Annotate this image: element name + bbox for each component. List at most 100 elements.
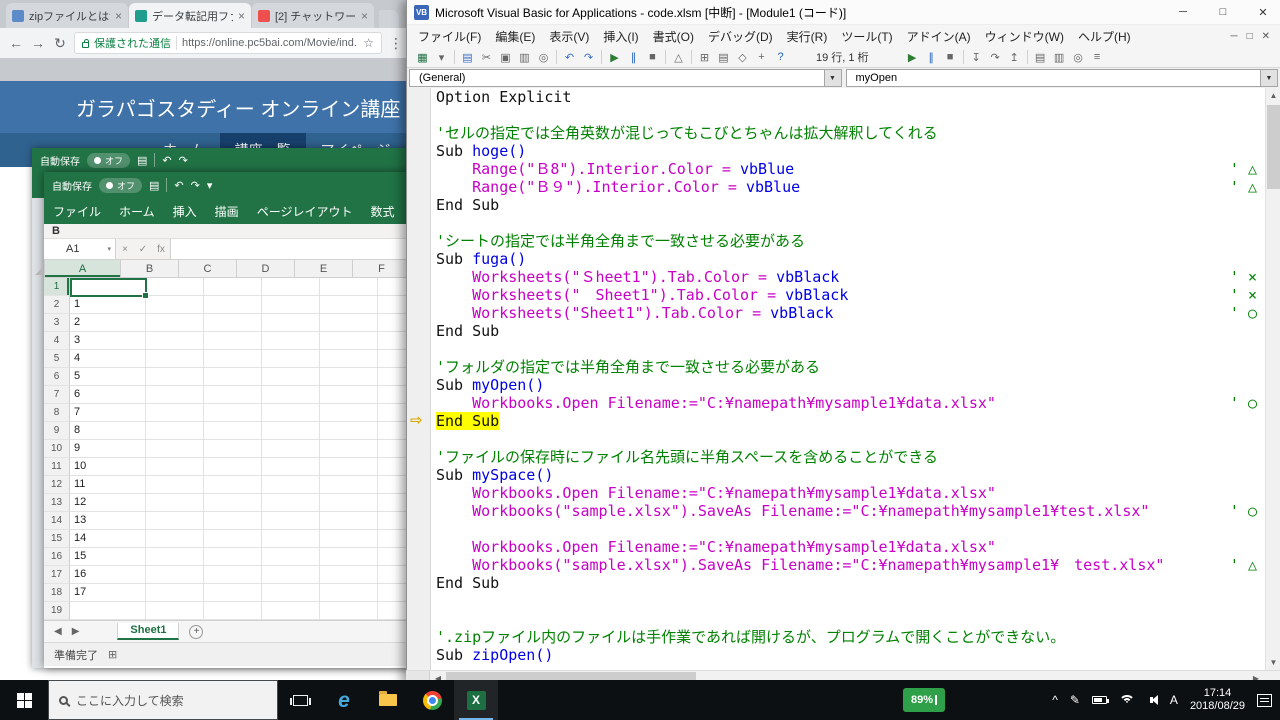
row-header[interactable]: 4 xyxy=(44,332,70,350)
row-header[interactable]: 15 xyxy=(44,530,70,548)
find-icon[interactable]: ◎ xyxy=(534,51,553,64)
undo-icon[interactable]: ↶ xyxy=(174,179,183,192)
grid-cell[interactable] xyxy=(262,350,320,368)
row-header[interactable]: 11 xyxy=(44,458,70,476)
code-line[interactable]: End Sub xyxy=(431,574,1265,592)
hidden-icons-chevron[interactable]: ^ xyxy=(1052,693,1058,707)
menu-item[interactable]: ヘルプ(H) xyxy=(1071,28,1138,45)
step-into-icon[interactable]: ↧ xyxy=(967,51,986,64)
row-header[interactable]: 3 xyxy=(44,314,70,332)
grid-cell[interactable] xyxy=(262,530,320,548)
row-header[interactable]: 14 xyxy=(44,512,70,530)
menu-item[interactable]: ツール(T) xyxy=(834,28,899,45)
cancel-button[interactable]: × xyxy=(116,239,134,259)
help-icon[interactable]: ? xyxy=(771,51,790,63)
code-line[interactable] xyxy=(431,610,1265,628)
row-header[interactable]: 7 xyxy=(44,386,70,404)
fx-button[interactable]: fx xyxy=(152,239,170,259)
row-header[interactable]: 16 xyxy=(44,548,70,566)
grid-cell[interactable] xyxy=(262,422,320,440)
locals-window-icon[interactable]: ▤ xyxy=(1031,51,1050,64)
minimize-button[interactable]: ─ xyxy=(1166,0,1200,25)
grid-cell[interactable] xyxy=(262,476,320,494)
row-header[interactable]: 10 xyxy=(44,440,70,458)
name-box[interactable]: A1 ▾ xyxy=(44,239,116,259)
grid-cell[interactable] xyxy=(146,584,204,602)
paste-icon[interactable]: ▥ xyxy=(515,51,534,64)
scroll-up-icon[interactable]: ▲ xyxy=(1266,88,1280,103)
redo-icon[interactable]: ↷ xyxy=(579,51,598,64)
code-line[interactable]: 'セルの指定では全角英数が混じってもこびとちゃんは拡大解釈してくれる xyxy=(431,124,1265,142)
code-line[interactable]: Workbooks.Open Filename:="C:¥namepath¥my… xyxy=(431,484,1265,502)
scrollbar-thumb[interactable] xyxy=(1267,105,1280,189)
menu-item[interactable]: ウィンドウ(W) xyxy=(978,28,1071,45)
toolbox-icon[interactable]: + xyxy=(752,51,771,63)
code-line[interactable]: Sub fuga() xyxy=(431,250,1265,268)
wifi-icon[interactable] xyxy=(1119,695,1135,706)
grid-cell[interactable] xyxy=(262,494,320,512)
grid-cell[interactable] xyxy=(204,494,262,512)
grid-cell[interactable] xyxy=(262,332,320,350)
grid-cell[interactable] xyxy=(204,440,262,458)
grid-cell[interactable] xyxy=(204,512,262,530)
grid-cell[interactable] xyxy=(262,548,320,566)
redo-icon[interactable]: ↷ xyxy=(179,154,188,167)
menu-item[interactable]: 挿入(I) xyxy=(596,28,645,45)
code-line[interactable]: Sub zipOpen() xyxy=(431,646,1265,664)
code-line[interactable]: Worksheets(" Sheet1").Tab.Color = vbBlac… xyxy=(431,286,1265,304)
reset-icon[interactable]: ■ xyxy=(941,51,960,63)
code-margin[interactable]: ⇨ xyxy=(407,88,431,670)
add-sheet-icon[interactable]: + xyxy=(189,625,203,639)
grid-cell[interactable] xyxy=(262,512,320,530)
menu-item[interactable]: 実行(R) xyxy=(780,28,835,45)
macro-record-icon[interactable]: ⊞ xyxy=(108,648,117,661)
code-line[interactable]: Sub mySpace() xyxy=(431,466,1265,484)
code-line[interactable]: Sub hoge() xyxy=(431,142,1265,160)
grid-cell[interactable] xyxy=(320,458,378,476)
grid-cell[interactable] xyxy=(146,440,204,458)
project-explorer-icon[interactable]: ⊞ xyxy=(695,51,714,64)
copy-icon[interactable]: ▣ xyxy=(496,51,515,64)
menu-item[interactable]: 表示(V) xyxy=(542,28,596,45)
run-icon[interactable]: ▶ xyxy=(903,51,922,64)
code-line[interactable]: Workbooks("sample.xlsx").SaveAs Filename… xyxy=(431,502,1265,520)
grid-cell[interactable] xyxy=(262,404,320,422)
code-line[interactable] xyxy=(431,592,1265,610)
break-icon[interactable]: ∥ xyxy=(922,51,941,64)
grid-cell[interactable]: 16 xyxy=(70,566,146,584)
row-header[interactable]: 18 xyxy=(44,584,70,602)
excel-grid[interactable]: 1213243546576879810911101211131214131514… xyxy=(44,278,410,620)
code-line[interactable]: End Sub xyxy=(431,196,1265,214)
grid-cell[interactable] xyxy=(70,602,146,620)
autosave-toggle[interactable]: オフ xyxy=(87,153,130,168)
grid-cell[interactable] xyxy=(146,530,204,548)
menu-item[interactable]: 編集(E) xyxy=(488,28,542,45)
grid-cell[interactable] xyxy=(320,530,378,548)
grid-cell[interactable] xyxy=(204,404,262,422)
grid-cell[interactable] xyxy=(262,278,320,296)
new-tab-button[interactable] xyxy=(379,10,399,28)
column-header[interactable]: D xyxy=(237,260,295,277)
start-button[interactable] xyxy=(0,680,48,720)
grid-cell[interactable] xyxy=(262,296,320,314)
grid-cell[interactable] xyxy=(146,332,204,350)
grid-cell[interactable] xyxy=(204,458,262,476)
grid-cell[interactable] xyxy=(204,350,262,368)
vertical-scrollbar[interactable]: ▲ ▼ xyxy=(1265,88,1280,670)
reset-icon[interactable]: ■ xyxy=(643,51,662,63)
row-header[interactable]: 8 xyxy=(44,404,70,422)
grid-cell[interactable]: 1 xyxy=(70,296,146,314)
browser-tab[interactable]: [2] チャットワーク× xyxy=(252,3,374,28)
design-mode-icon[interactable]: △ xyxy=(669,51,688,64)
object-combobox[interactable]: (General) ▼ xyxy=(409,69,842,87)
tab-close-icon[interactable]: × xyxy=(115,9,122,23)
ribbon-tab[interactable]: 挿入 xyxy=(164,203,206,220)
insert-object-dropdown-icon[interactable]: ▾ xyxy=(432,51,451,64)
grid-cell[interactable] xyxy=(204,278,262,296)
grid-cell[interactable] xyxy=(146,494,204,512)
code-line[interactable]: Workbooks("sample.xlsx").SaveAs Filename… xyxy=(431,556,1265,574)
grid-cell[interactable] xyxy=(204,584,262,602)
save-icon[interactable]: ▤ xyxy=(458,51,477,64)
properties-window-icon[interactable]: ▤ xyxy=(714,51,733,64)
row-header[interactable]: 19 xyxy=(44,602,70,620)
